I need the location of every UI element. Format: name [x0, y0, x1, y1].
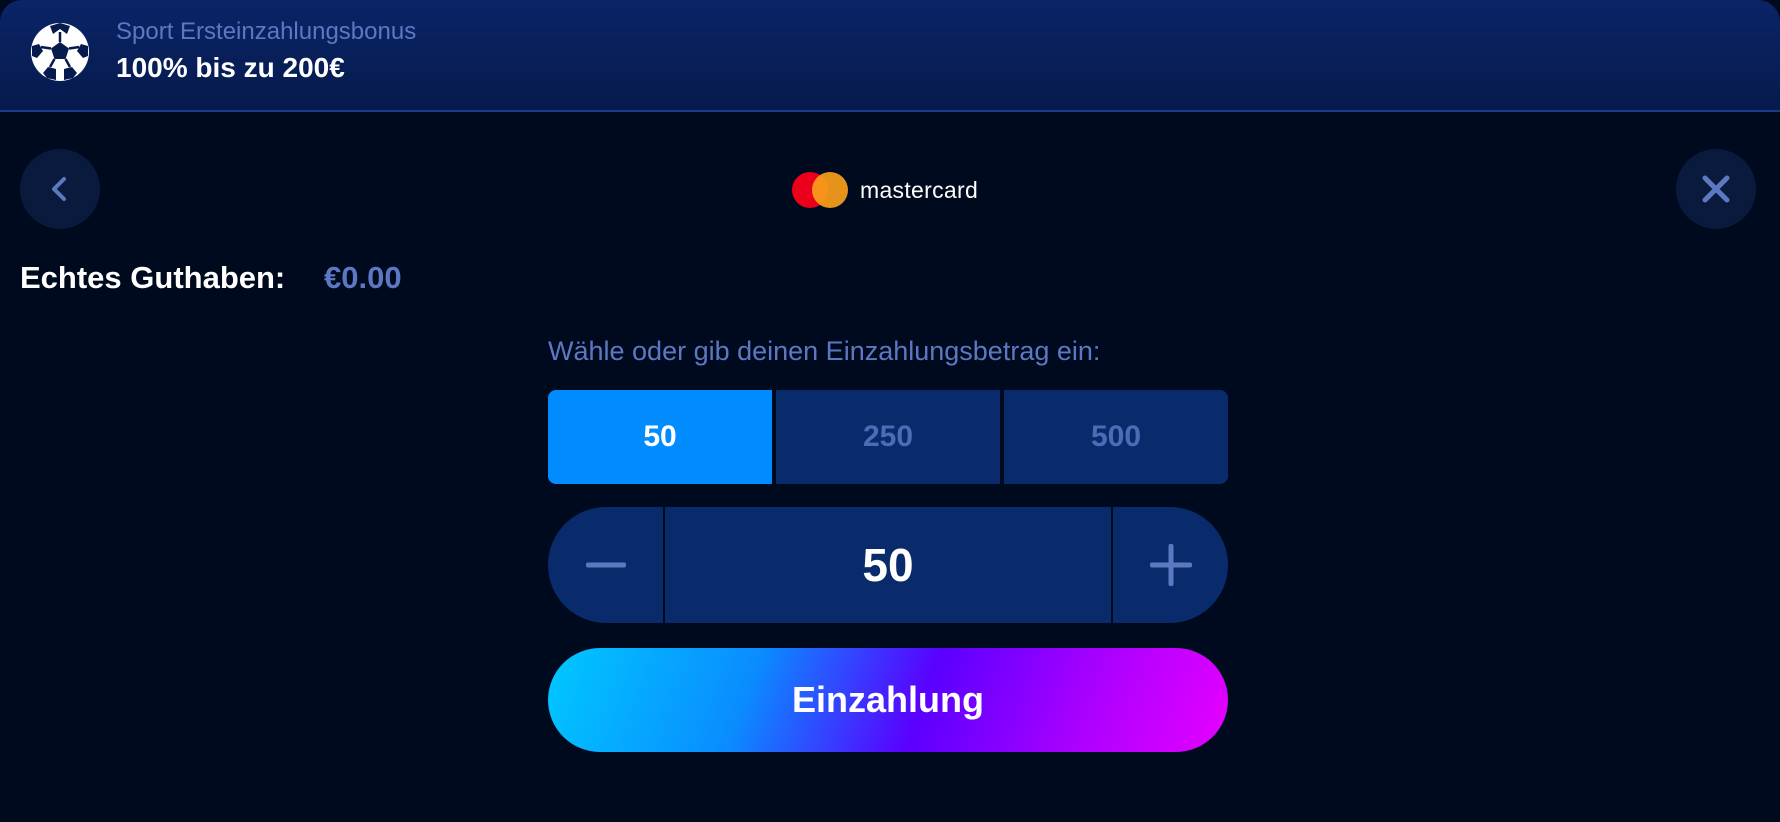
- decrease-button[interactable]: [548, 507, 663, 623]
- deposit-modal: Sport Ersteinzahlungsbonus 100% bis zu 2…: [0, 0, 1780, 822]
- banner-title: 100% bis zu 200€: [116, 52, 345, 83]
- minus-icon: [585, 562, 626, 568]
- balance-value: €0.00: [324, 260, 402, 295]
- deposit-panel: mastercard Echtes Guthaben: €0.00 Wähle …: [0, 112, 1780, 822]
- amount-presets: 50 250 500: [548, 390, 1228, 484]
- banner-subtitle: Sport Ersteinzahlungsbonus: [116, 18, 417, 45]
- close-icon: [1702, 175, 1730, 203]
- bonus-banner[interactable]: Sport Ersteinzahlungsbonus 100% bis zu 2…: [0, 0, 1780, 112]
- deposit-prompt: Wähle oder gib deinen Einzahlungsbetrag …: [548, 336, 1101, 366]
- mastercard-circles-icon: [792, 172, 848, 208]
- chevron-left-icon: [52, 177, 66, 201]
- soccer-ball-icon: [31, 23, 89, 81]
- plus-icon: [1149, 544, 1192, 586]
- amount-input[interactable]: 50: [665, 507, 1111, 623]
- preset-50-button[interactable]: 50: [548, 390, 772, 484]
- mastercard-logo: mastercard: [792, 170, 978, 210]
- amount-stepper: 50: [548, 507, 1228, 623]
- balance-label: Echtes Guthaben:: [20, 260, 286, 295]
- mastercard-wordmark: mastercard: [860, 176, 979, 203]
- close-button[interactable]: [1676, 149, 1756, 229]
- preset-250-button[interactable]: 250: [776, 390, 1000, 484]
- increase-button[interactable]: [1113, 507, 1228, 623]
- deposit-submit-button[interactable]: Einzahlung: [548, 648, 1228, 752]
- preset-500-button[interactable]: 500: [1004, 390, 1228, 484]
- back-button[interactable]: [20, 149, 100, 229]
